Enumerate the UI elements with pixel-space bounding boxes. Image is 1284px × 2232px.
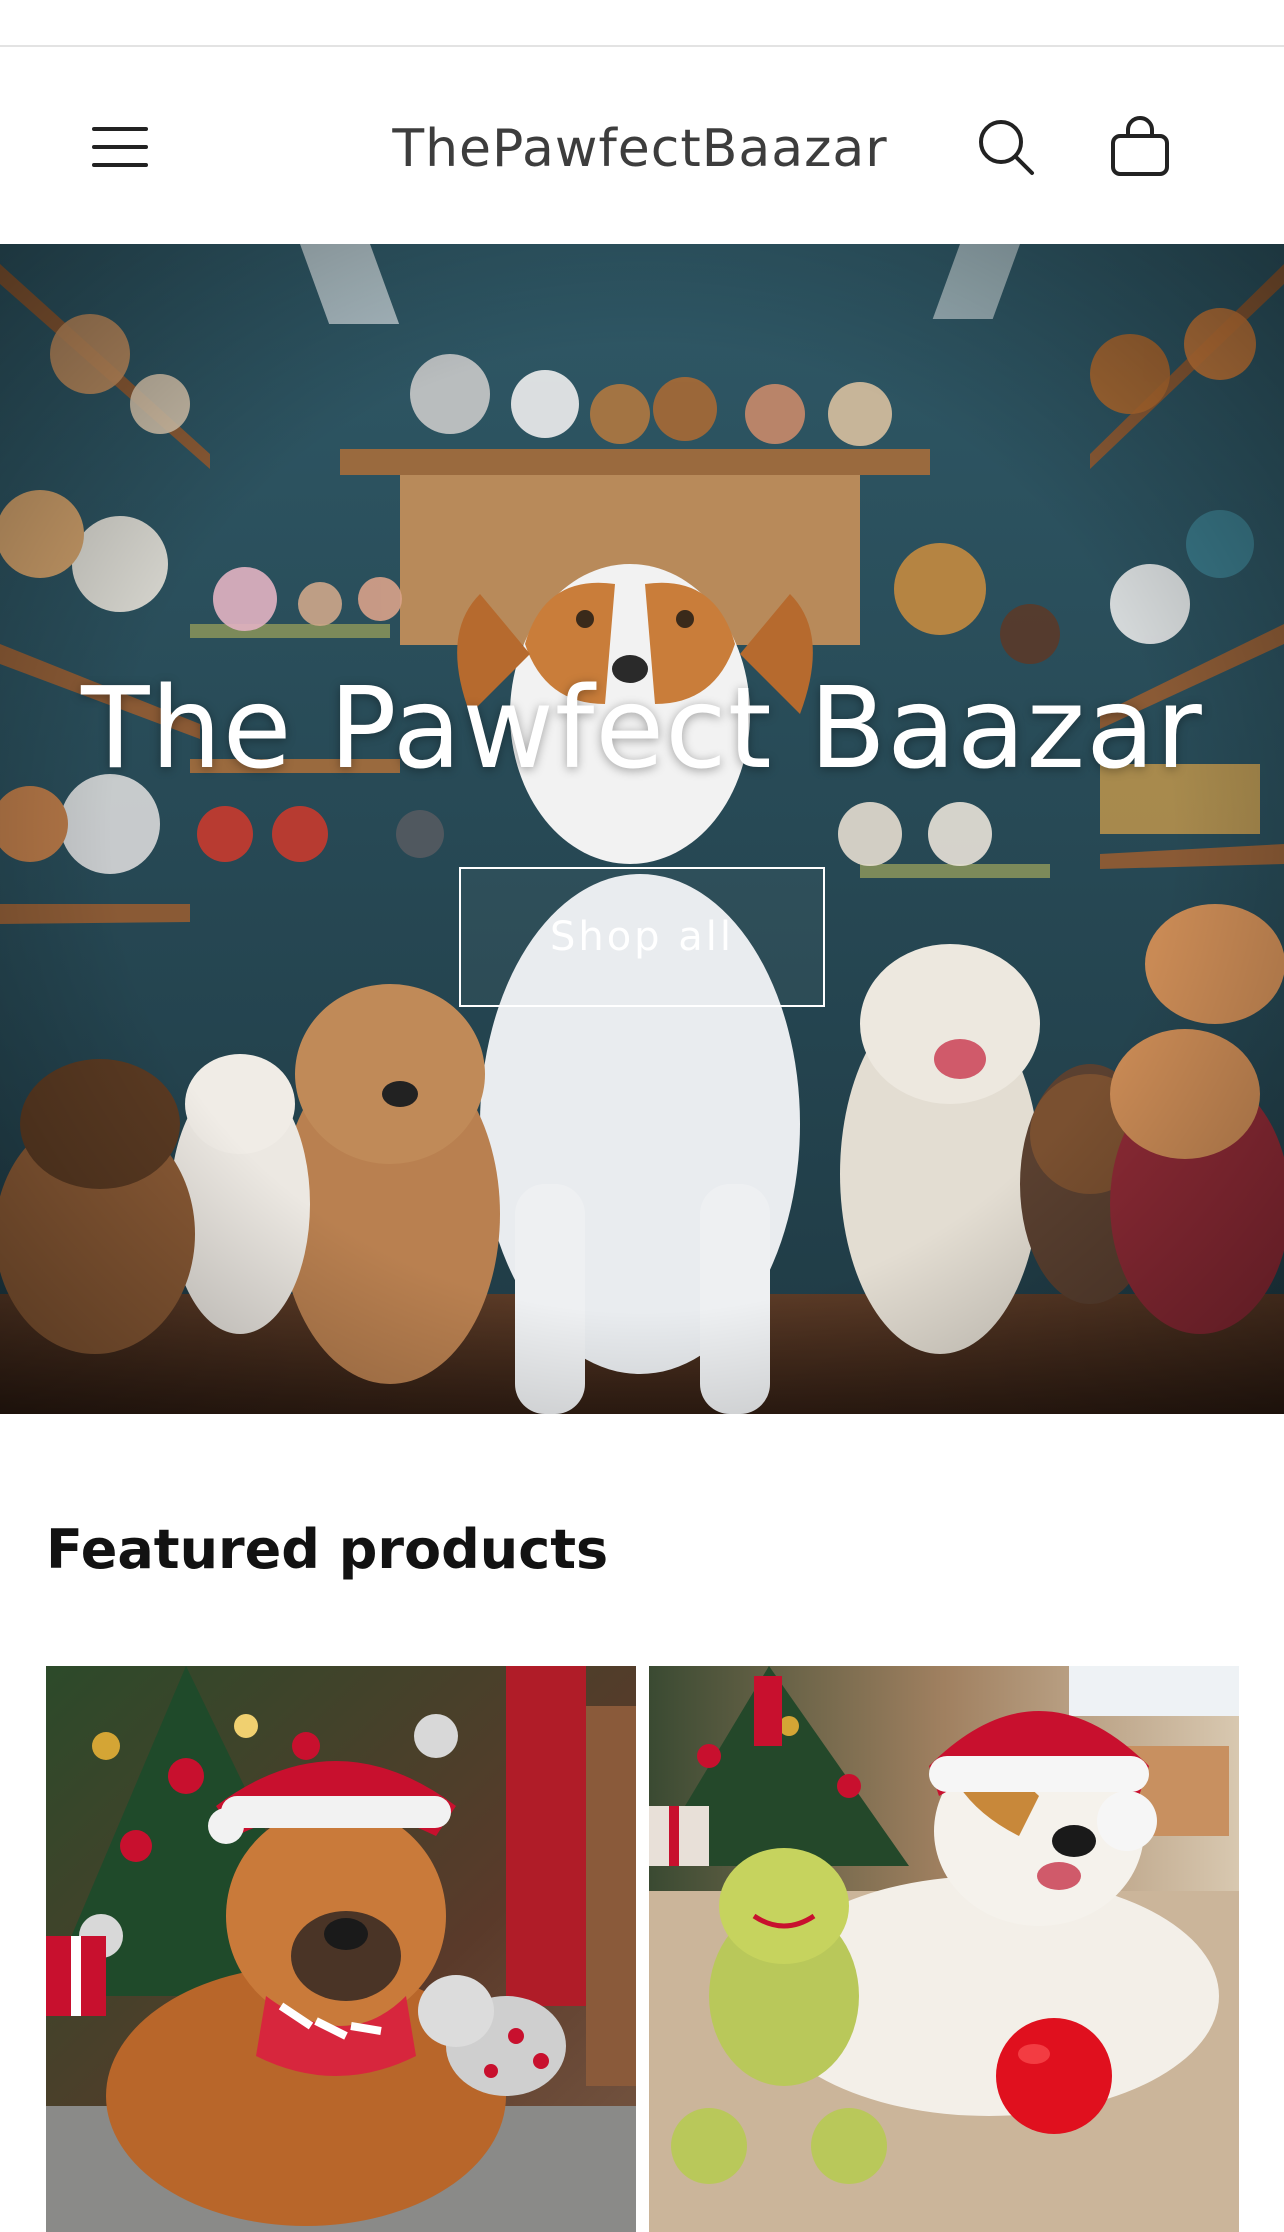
hero-banner: The Pawfect Baazar Shop all bbox=[0, 244, 1284, 1414]
cart-button[interactable] bbox=[1100, 107, 1180, 187]
announcement-bar bbox=[0, 0, 1284, 47]
featured-products-heading: Featured products bbox=[46, 1518, 609, 1581]
search-button[interactable] bbox=[966, 107, 1046, 187]
shop-all-button[interactable]: Shop all bbox=[459, 867, 825, 1007]
hero-image bbox=[0, 244, 1284, 1414]
product-card[interactable] bbox=[649, 1666, 1239, 2232]
shopping-bag-icon bbox=[1108, 114, 1172, 180]
product-card[interactable] bbox=[46, 1666, 636, 2232]
hamburger-menu-icon bbox=[90, 117, 150, 177]
product-image bbox=[46, 1666, 636, 2232]
menu-button[interactable] bbox=[80, 107, 160, 187]
hero-title: The Pawfect Baazar bbox=[81, 664, 1203, 794]
store-name-link[interactable]: ThePawfectBaazar bbox=[360, 109, 920, 189]
site-header: ThePawfectBaazar bbox=[0, 49, 1284, 244]
search-icon bbox=[974, 115, 1038, 179]
product-image bbox=[649, 1666, 1239, 2232]
